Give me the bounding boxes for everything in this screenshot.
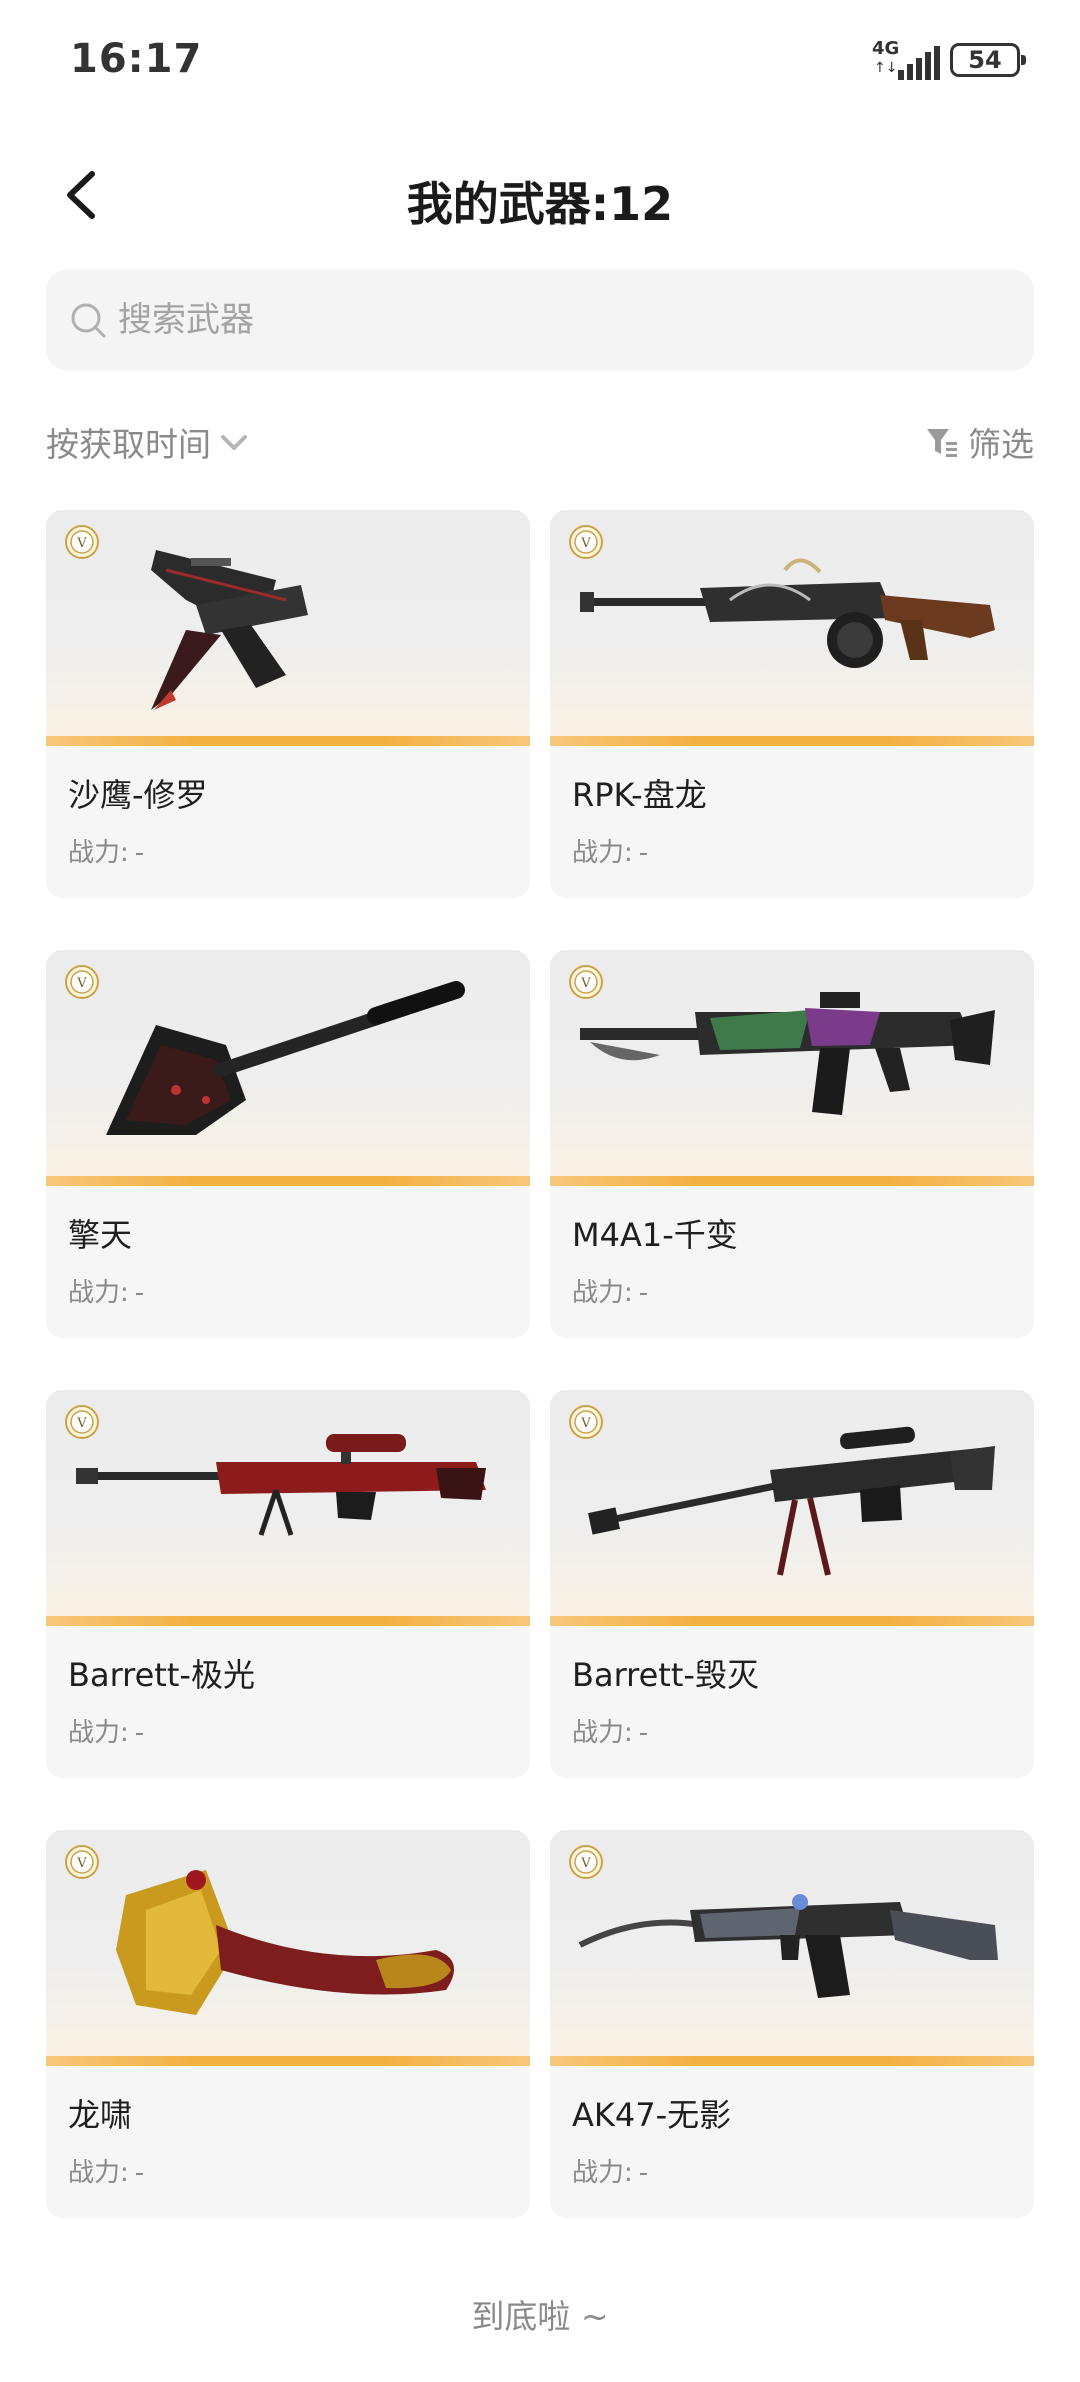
axe-icon xyxy=(116,1870,454,2015)
end-of-list-text: 到底啦 ~ xyxy=(471,2297,609,2336)
weapon-card[interactable]: V 擎天 战力: - xyxy=(46,950,530,1338)
weapon-power: 战力: - xyxy=(68,2158,145,2188)
svg-text:V: V xyxy=(580,976,591,991)
weapon-card[interactable]: V RPK-盘龙 战力: - xyxy=(550,510,1034,898)
card-accent-stripe xyxy=(550,1616,1034,1626)
svg-text:V: V xyxy=(76,1856,87,1871)
battery-icon: 54 xyxy=(950,43,1026,77)
weapon-card[interactable]: V Barrett-毁灭 战力: - xyxy=(550,1390,1034,1778)
card-accent-stripe xyxy=(46,1176,530,1186)
svg-text:V: V xyxy=(76,976,87,991)
weapon-name: 擎天 xyxy=(68,1216,133,1254)
card-accent-stripe xyxy=(46,2056,530,2066)
weapon-name: AK47-无影 xyxy=(572,2096,732,2134)
svg-text:V: V xyxy=(580,1856,591,1871)
svg-text:V: V xyxy=(580,1416,591,1431)
search-input[interactable] xyxy=(118,270,998,370)
chevron-down-icon xyxy=(221,435,247,450)
vip-badge-icon: V xyxy=(569,1845,603,1879)
vip-badge-icon: V xyxy=(65,1405,99,1439)
shovel-icon xyxy=(106,981,465,1135)
svg-text:V: V xyxy=(76,536,87,551)
weapon-name: 龙啸 xyxy=(68,2096,133,2134)
weapon-power: 战力: - xyxy=(572,838,649,868)
sniper-rifle-icon xyxy=(76,1434,486,1536)
svg-text:V: V xyxy=(580,536,591,551)
weapon-name: Barrett-毁灭 xyxy=(572,1656,759,1694)
status-time: 16:17 xyxy=(70,36,203,82)
machine-gun-icon xyxy=(580,558,995,668)
weapon-card[interactable]: V AK47-无影 战力: - xyxy=(550,1830,1034,2218)
battery-level: 54 xyxy=(968,46,1002,74)
filter-icon xyxy=(927,429,957,457)
weapon-name: RPK-盘龙 xyxy=(572,776,707,814)
vip-badge-icon: V xyxy=(569,1405,603,1439)
nav-bar: 我的武器:12 xyxy=(0,150,1080,240)
weapon-name: Barrett-极光 xyxy=(68,1656,255,1694)
sort-dropdown[interactable]: 按获取时间 xyxy=(46,418,251,466)
card-accent-stripe xyxy=(550,1176,1034,1186)
svg-text:V: V xyxy=(76,1416,87,1431)
weapon-name: 沙鹰-修罗 xyxy=(68,776,208,814)
page-title: 我的武器:12 xyxy=(406,177,674,231)
status-indicators: 4G ↑↓ 54 xyxy=(872,38,1026,80)
sniper-rifle-icon xyxy=(588,1426,995,1576)
signal-icon: 4G ↑↓ xyxy=(872,38,940,80)
card-accent-stripe xyxy=(46,736,530,746)
sort-label: 按获取时间 xyxy=(46,425,211,464)
vip-badge-icon: V xyxy=(569,525,603,559)
status-bar: 16:17 4G ↑↓ 54 xyxy=(0,0,1080,120)
filter-label: 筛选 xyxy=(968,425,1034,464)
vip-badge-icon: V xyxy=(569,965,603,999)
vip-badge-icon: V xyxy=(65,965,99,999)
weapon-power: 战力: - xyxy=(572,2158,649,2188)
pistol-icon xyxy=(151,550,308,710)
weapon-power: 战力: - xyxy=(572,1278,649,1308)
weapon-power: 战力: - xyxy=(68,1278,145,1308)
weapon-card[interactable]: V 龙啸 战力: - xyxy=(46,1830,530,2218)
assault-rifle-icon xyxy=(578,1894,998,1998)
card-accent-stripe xyxy=(550,736,1034,746)
weapon-power: 战力: - xyxy=(68,838,145,868)
filter-button[interactable]: 筛选 xyxy=(924,418,1034,466)
weapon-power: 战力: - xyxy=(68,1718,145,1748)
rifle-icon xyxy=(580,992,995,1115)
search-icon xyxy=(71,303,106,338)
network-type: 4G xyxy=(872,38,900,59)
weapon-card[interactable]: V 沙鹰-修罗 战力: - xyxy=(46,510,530,898)
vip-badge-icon: V xyxy=(65,1845,99,1879)
weapon-name: M4A1-千变 xyxy=(572,1216,738,1254)
search-bar[interactable] xyxy=(46,270,1034,370)
card-accent-stripe xyxy=(46,1616,530,1626)
vip-badge-icon: V xyxy=(65,525,99,559)
weapon-card[interactable]: V Barrett-极光 战力: - xyxy=(46,1390,530,1778)
weapon-power: 战力: - xyxy=(572,1718,649,1748)
card-accent-stripe xyxy=(550,2056,1034,2066)
weapon-card[interactable]: V M4A1-千变 战力: - xyxy=(550,950,1034,1338)
